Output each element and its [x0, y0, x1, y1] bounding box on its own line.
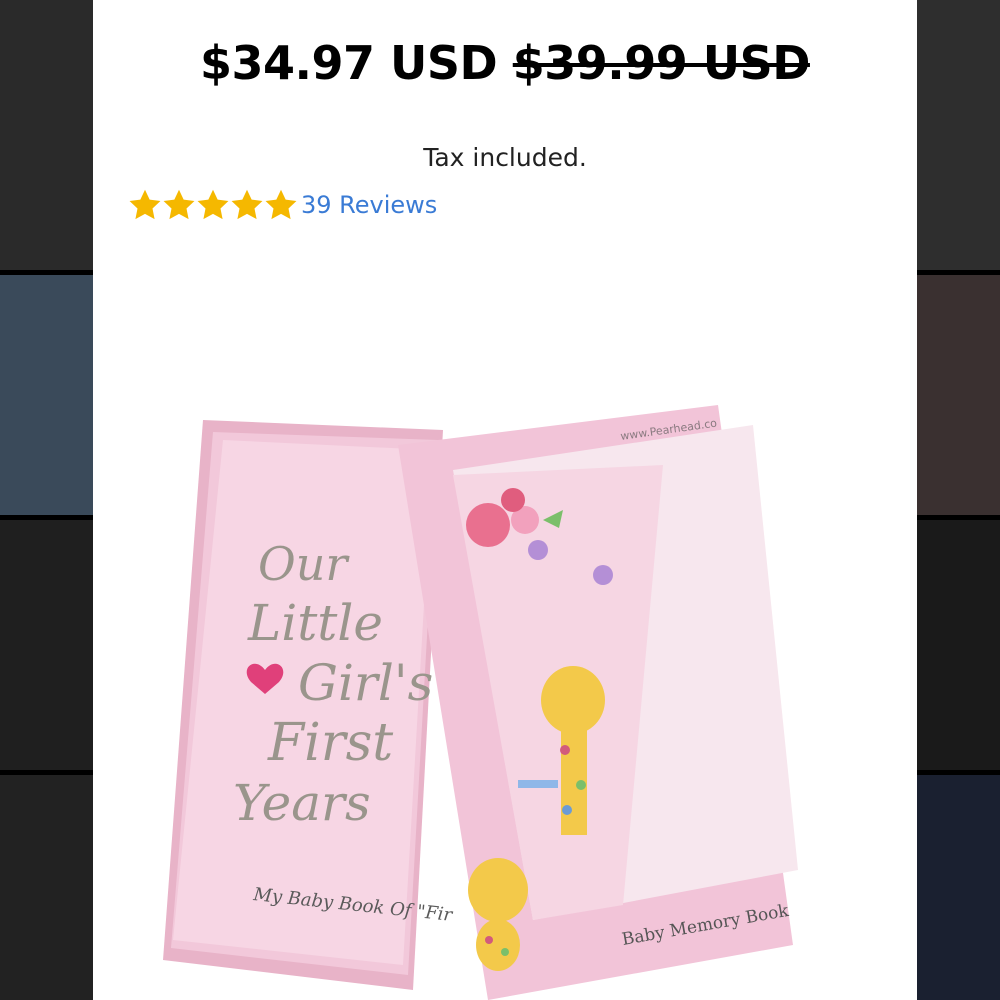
star-icon	[231, 189, 263, 220]
background-tile	[917, 275, 1000, 515]
book-title-line: Our	[258, 537, 350, 591]
book-title-line: Girl's	[298, 654, 433, 712]
original-price: $39.99 USD	[512, 36, 811, 90]
tax-note: Tax included.	[423, 143, 587, 172]
rating-row[interactable]: 39 Reviews	[127, 186, 437, 224]
star-icon	[197, 189, 229, 220]
book-title-line: Years	[233, 774, 371, 832]
product-panel: $34.97 USD $39.99 USD Tax included. 39 R…	[93, 0, 917, 1000]
background-tile	[917, 775, 1000, 1000]
star-icon	[265, 189, 297, 220]
background-tile	[0, 0, 93, 270]
background-tile	[0, 520, 93, 770]
book-title-line: Little	[247, 594, 383, 652]
background-tile	[0, 775, 93, 1000]
background-tile	[917, 520, 1000, 770]
price-row: $34.97 USD $39.99 USD	[93, 36, 917, 90]
star-icon	[129, 189, 161, 220]
reviews-link[interactable]: 39 Reviews	[301, 191, 437, 219]
background-tile	[917, 0, 1000, 270]
background-tile	[0, 275, 93, 515]
star-icon	[163, 189, 195, 220]
sale-price: $34.97 USD	[200, 36, 498, 90]
book-title-line: First	[267, 713, 393, 773]
product-image: Our Little Girl's First Years My Baby Bo…	[163, 405, 798, 1000]
